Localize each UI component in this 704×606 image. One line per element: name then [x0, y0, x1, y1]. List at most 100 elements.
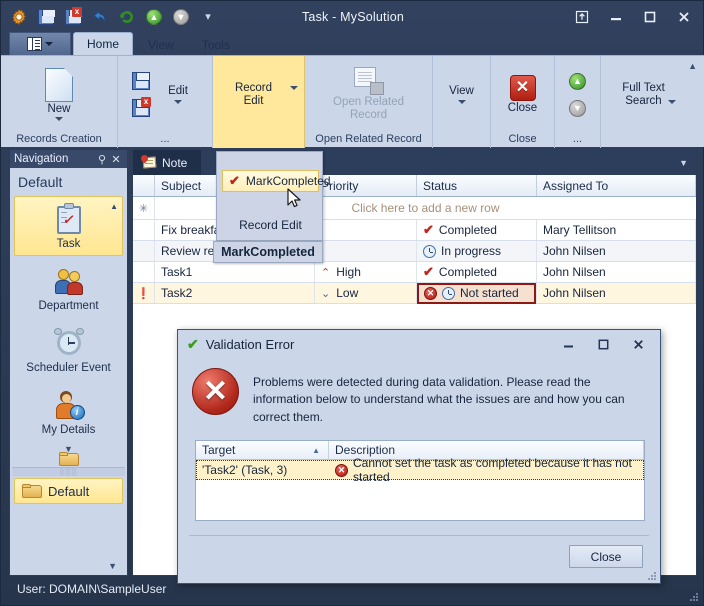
dialog-minimize-button[interactable] [551, 331, 586, 357]
tab-tools[interactable]: Tools [189, 34, 243, 55]
tab-view-label: View [148, 37, 174, 52]
cell-priority: ⌃ High [315, 262, 417, 282]
title-bar: x ▲ ▼ ▾ Task - MySolution [1, 1, 704, 32]
ribbon-group-title: Records Creation [16, 133, 102, 145]
open-related-record-button[interactable]: Open Related Record [314, 64, 424, 125]
app-gear-icon[interactable] [7, 5, 31, 29]
menu-item-markcompleted[interactable]: ✔ MarkCompleted [222, 170, 331, 192]
table-row[interactable]: 'Task2' (Task, 3) ✕ Cannot set the task … [196, 456, 644, 484]
dialog-window-controls [551, 330, 656, 358]
dialog-title: Validation Error [205, 336, 295, 352]
save-close-icon[interactable]: x [61, 5, 85, 29]
document-tab-note[interactable]: Note [133, 150, 202, 175]
validation-error-dialog: ✔ Validation Error ✕ Problems were detec… [177, 329, 661, 584]
close-record-label: Close [507, 101, 538, 114]
grid-header-status[interactable]: Status [417, 175, 537, 196]
navigation-panel: Navigation ⚲ ✕ Default ▲ ✓ Task Departme… [9, 149, 128, 576]
dialog-column-target[interactable]: Target ▲ [196, 441, 329, 459]
chevron-down-icon[interactable]: ▼ [679, 158, 688, 168]
person-info-icon: i [52, 389, 86, 421]
ribbon-group-full-text-search: Full Text Search [601, 56, 697, 148]
edit-button[interactable]: Edit [155, 82, 201, 107]
new-document-icon [45, 67, 73, 102]
cell-priority: ⌄ Low [315, 283, 417, 303]
new-button[interactable]: New [27, 65, 91, 125]
navigation-caption-bar: Navigation ⚲ ✕ [10, 150, 127, 168]
next-record-button[interactable]: ▲ [566, 69, 590, 93]
ribbon-group-navigate: ▲ ▼ ... [555, 56, 601, 148]
ribbon-group-title [603, 131, 695, 148]
dialog-close-button[interactable] [621, 331, 656, 357]
customize-qat-icon[interactable]: ▾ [196, 5, 220, 29]
save-and-close-button[interactable]: x [129, 96, 153, 120]
tab-home[interactable]: Home [73, 32, 134, 55]
chevron-up-icon: ▲ [110, 202, 118, 211]
status-error-cell[interactable]: ✕ Not started [417, 282, 536, 304]
previous-record-button[interactable]: ▼ [566, 96, 590, 120]
up-arrow-green-icon: ▲ [569, 72, 586, 90]
save-icon[interactable] [34, 5, 58, 29]
navigation-configure-icon[interactable]: ▼ [108, 561, 117, 571]
check-icon: ✔ [423, 222, 434, 237]
minimize-button[interactable] [599, 3, 633, 31]
close-icon[interactable]: ✕ [109, 153, 123, 166]
table-row[interactable]: ❗ Task2 ⌄ Low ✕ Not started John Nilsen [133, 282, 696, 304]
pin-icon[interactable]: ⚲ [95, 153, 109, 166]
menu-item-record-edit[interactable]: Record Edit [217, 214, 324, 236]
new-button-label: New [47, 102, 71, 115]
record-edit-button[interactable]: Record Edit [219, 79, 288, 111]
application-menu-button[interactable] [9, 32, 71, 55]
clipboard-task-icon: ✓ [52, 203, 86, 235]
chevron-down-icon[interactable] [290, 86, 298, 90]
close-record-button[interactable]: ✕ Close [497, 72, 548, 118]
save-close-icon: x [132, 97, 151, 117]
dialog-titlebar: ✔ Validation Error [178, 330, 660, 358]
check-icon: ✔ [423, 264, 434, 279]
dialog-cell-description-text: Cannot set the task as completed because… [353, 456, 632, 484]
cell-assigned-to: John Nilsen [537, 283, 696, 303]
cell-status[interactable]: ✕ Not started [417, 282, 537, 304]
maximize-button[interactable] [633, 3, 667, 31]
navigation-splitter[interactable]: ░░░ [12, 467, 125, 476]
table-row[interactable]: Task1 ⌃ High ✔ Completed John Nilsen [133, 262, 696, 283]
cell-priority [315, 220, 417, 240]
ribbon-body: ▲ New Records Creation x Edit ... Record… [1, 55, 704, 148]
dialog-message: Problems were detected during data valid… [253, 375, 625, 424]
dialog-maximize-button[interactable] [586, 331, 621, 357]
ribbon-group-title: ... [572, 133, 583, 145]
dialog-resize-grip[interactable] [648, 572, 657, 581]
dialog-column-target-label: Target [202, 443, 236, 457]
previous-record-icon[interactable]: ▼ [169, 5, 193, 29]
navigation-group-button-default[interactable]: Default [14, 478, 123, 504]
grip-dots-icon: ░░░ [59, 468, 78, 476]
sidebar-item-scheduler-event[interactable]: Scheduler Event [14, 320, 123, 380]
dialog-column-description[interactable]: Description [329, 441, 644, 459]
dialog-close-action-button[interactable]: Close [569, 545, 643, 568]
error-icon: ✕ [335, 463, 348, 477]
restore-layout-icon[interactable] [565, 3, 599, 31]
next-record-icon[interactable]: ▲ [142, 5, 166, 29]
tab-view[interactable]: View [135, 34, 187, 55]
close-button[interactable] [667, 3, 701, 31]
grid-header-assigned-to[interactable]: Assigned To [537, 175, 696, 196]
row-indicator [133, 262, 155, 282]
sidebar-item-label: Department [38, 300, 99, 312]
window-resize-grip[interactable] [689, 592, 699, 602]
cell-priority-text: Low [336, 286, 359, 300]
full-text-search-button[interactable]: Full Text Search [607, 79, 691, 111]
refresh-icon[interactable] [115, 5, 139, 29]
ribbon-group-title: Close [508, 133, 537, 145]
cell-assigned-to: John Nilsen [537, 241, 696, 261]
undo-icon[interactable] [88, 5, 112, 29]
view-button[interactable]: View [439, 82, 484, 107]
dialog-close-action-label: Close [590, 549, 622, 564]
sidebar-item-task[interactable]: ▲ ✓ Task [14, 196, 123, 256]
sidebar-item-department[interactable]: Department [14, 258, 123, 318]
app-menu-icon [27, 37, 42, 51]
save-button[interactable] [129, 69, 153, 93]
sidebar-item-my-details[interactable]: i My Details [14, 382, 123, 442]
ribbon-tabstrip: Home View Tools [1, 32, 704, 55]
menu-tooltip-label: MarkCompleted [221, 245, 315, 259]
chevron-down-icon [45, 42, 53, 46]
ribbon-group-open-related-record: Open Related Record Open Related Record [305, 56, 433, 148]
